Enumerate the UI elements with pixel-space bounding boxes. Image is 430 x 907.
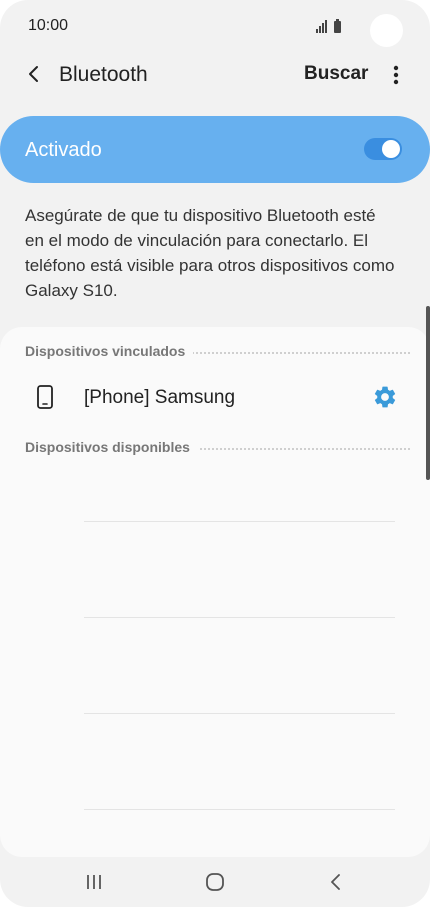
more-options-icon[interactable] bbox=[384, 61, 408, 89]
app-bar: Bluetooth Buscar bbox=[0, 52, 430, 98]
paired-device-row[interactable]: [Phone] Samsung bbox=[0, 375, 430, 421]
gear-icon[interactable] bbox=[372, 384, 398, 410]
camera-cutout bbox=[370, 14, 403, 47]
paired-devices-header: Dispositivos vinculados bbox=[25, 343, 410, 363]
paired-device-name: [Phone] Samsung bbox=[84, 387, 236, 408]
scrollbar[interactable] bbox=[426, 306, 430, 480]
smartphone-icon bbox=[37, 385, 53, 409]
list-divider bbox=[84, 713, 395, 714]
available-devices-title: Dispositivos disponibles bbox=[25, 439, 198, 455]
toggle-thumb bbox=[382, 140, 400, 158]
phone-screen: 10:00 Bluetooth Buscar Activado Asegúrat… bbox=[0, 0, 430, 907]
list-divider bbox=[84, 809, 395, 810]
bluetooth-toggle[interactable] bbox=[364, 138, 402, 160]
bluetooth-description: Asegúrate de que tu dispositivo Bluetoot… bbox=[25, 206, 395, 300]
available-devices-header: Dispositivos disponibles bbox=[25, 439, 410, 459]
page-title: Bluetooth bbox=[59, 63, 148, 86]
status-bar: 10:00 bbox=[0, 0, 430, 56]
list-divider bbox=[84, 617, 395, 618]
back-arrow-icon[interactable] bbox=[20, 60, 48, 88]
back-icon[interactable] bbox=[321, 867, 351, 897]
paired-devices-title: Dispositivos vinculados bbox=[25, 343, 194, 359]
list-divider bbox=[84, 521, 395, 522]
bluetooth-status-label: Activado bbox=[25, 139, 102, 161]
search-button[interactable]: Buscar bbox=[304, 63, 368, 85]
signal-battery-icon bbox=[316, 19, 341, 33]
home-icon[interactable] bbox=[200, 867, 230, 897]
recents-icon[interactable] bbox=[79, 867, 109, 897]
bluetooth-master-switch-row[interactable]: Activado bbox=[0, 116, 430, 183]
navigation-bar bbox=[0, 857, 430, 907]
status-time: 10:00 bbox=[28, 17, 69, 34]
